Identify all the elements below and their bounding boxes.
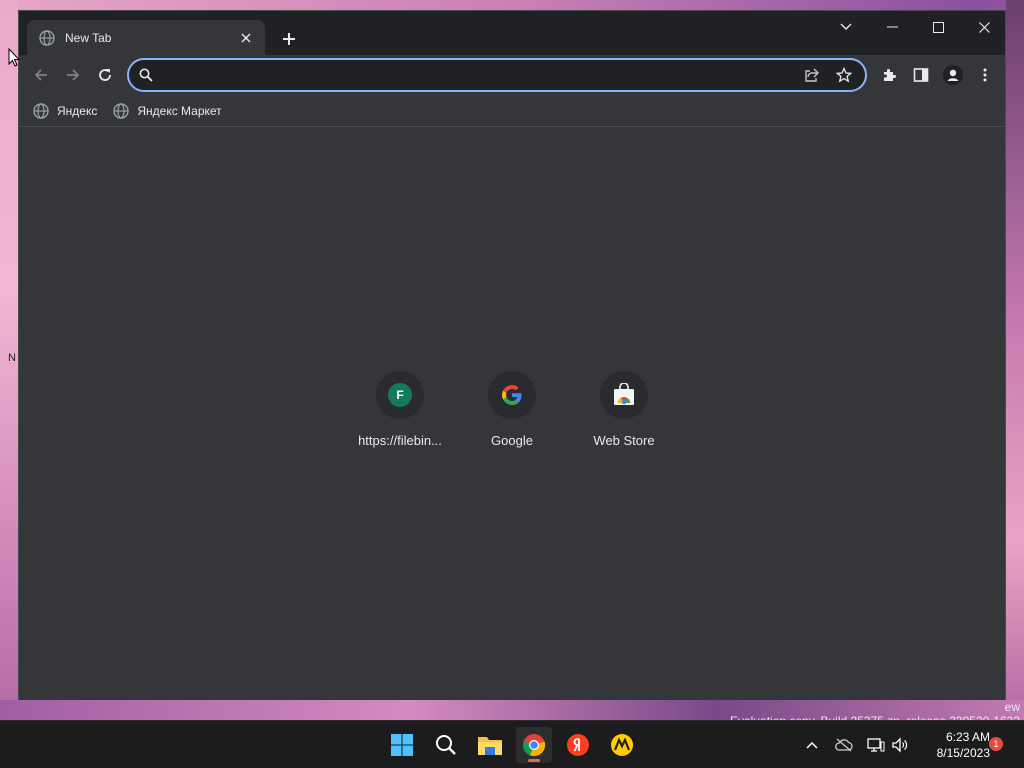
yandex-market-icon [611, 734, 633, 756]
volume-icon[interactable] [888, 731, 912, 759]
globe-icon [33, 102, 49, 119]
browser-window: New Tab Яндекс Яндекс Маркет F https://f… [18, 10, 1006, 700]
profile-avatar-icon[interactable] [941, 63, 965, 87]
tab-title: New Tab [65, 30, 112, 45]
close-window-icon[interactable] [961, 11, 1007, 43]
title-bar: New Tab [19, 11, 1005, 55]
shortcut-label: https://filebin... [358, 433, 442, 448]
shortcut-google[interactable]: Google [456, 371, 568, 448]
web-store-icon [614, 383, 634, 405]
address-bar[interactable] [127, 58, 867, 92]
chrome-icon [522, 734, 546, 757]
minimize-icon[interactable] [869, 11, 915, 43]
google-logo-icon [502, 385, 522, 405]
bookmarks-bar: Яндекс Яндекс Маркет [19, 95, 1005, 127]
show-hidden-icons-chevron-icon[interactable] [800, 731, 824, 759]
shortcut-icon-circle: F [376, 371, 424, 419]
notification-badge[interactable]: 1 [989, 737, 1003, 751]
shortcut-icon-circle [600, 371, 648, 419]
clock-time: 6:23 AM [945, 730, 990, 744]
toolbar [19, 55, 1005, 95]
search-icon [436, 735, 456, 755]
bookmark-label: Яндекс [57, 103, 98, 118]
taskbar-search-button[interactable] [428, 727, 464, 763]
tab-close-icon[interactable] [237, 29, 255, 47]
clock-date: 8/15/2023 [936, 746, 990, 760]
taskbar: 6:23 AM 8/15/2023 [0, 720, 1024, 768]
address-input[interactable] [161, 67, 791, 83]
desktop-wallpaper-right [1006, 0, 1024, 720]
shortcut-icon-circle [488, 371, 536, 419]
active-app-indicator [528, 759, 540, 762]
maximize-icon[interactable] [915, 11, 961, 43]
folder-icon [478, 737, 502, 755]
bookmark-label: Яндекс Маркет [137, 103, 222, 118]
taskbar-clock[interactable]: 6:23 AM 8/15/2023 [920, 729, 990, 761]
menu-kebab-icon[interactable] [973, 63, 997, 87]
bookmark-yandex-market[interactable]: Яндекс Маркет [113, 102, 222, 119]
side-panel-icon[interactable] [909, 63, 933, 87]
new-tab-plus-icon[interactable] [277, 27, 301, 51]
file-explorer-button[interactable] [472, 727, 508, 763]
shortcut-label: Google [491, 433, 533, 448]
watermark-partial-text: ew [1004, 700, 1020, 714]
forward-arrow-icon[interactable] [61, 63, 85, 87]
search-icon [139, 68, 153, 82]
share-icon[interactable] [801, 64, 823, 86]
bookmark-star-icon[interactable] [833, 64, 855, 86]
shortcut-web-store[interactable]: Web Store [568, 371, 680, 448]
reload-icon[interactable] [93, 63, 117, 87]
windows-logo-icon [391, 734, 413, 756]
back-arrow-icon[interactable] [29, 63, 53, 87]
shortcut-tiles: F https://filebin... Google Web Store [344, 371, 680, 448]
yandex-market-button[interactable] [604, 727, 640, 763]
globe-icon [113, 102, 130, 119]
bookmark-yandex[interactable]: Яндекс [33, 102, 98, 119]
yandex-browser-button[interactable] [560, 727, 596, 763]
shortcut-label: Web Store [593, 433, 655, 448]
new-tab-page: F https://filebin... Google Web Store [19, 128, 1005, 700]
network-icon[interactable] [864, 731, 888, 759]
onedrive-cloud-offline-icon[interactable] [832, 731, 856, 759]
mouse-cursor-icon [8, 48, 20, 67]
shortcut-filebin[interactable]: F https://filebin... [344, 371, 456, 448]
chrome-taskbar-button[interactable] [516, 727, 552, 763]
filebin-favicon-icon: F [388, 383, 412, 407]
tab-search-chevron-icon[interactable] [823, 11, 869, 43]
globe-icon [39, 29, 55, 46]
tab-new-tab[interactable]: New Tab [27, 20, 265, 55]
extensions-puzzle-icon[interactable] [877, 63, 901, 87]
desktop-edge-text: N [8, 352, 16, 364]
yandex-icon [567, 734, 589, 756]
start-button[interactable] [384, 727, 420, 763]
